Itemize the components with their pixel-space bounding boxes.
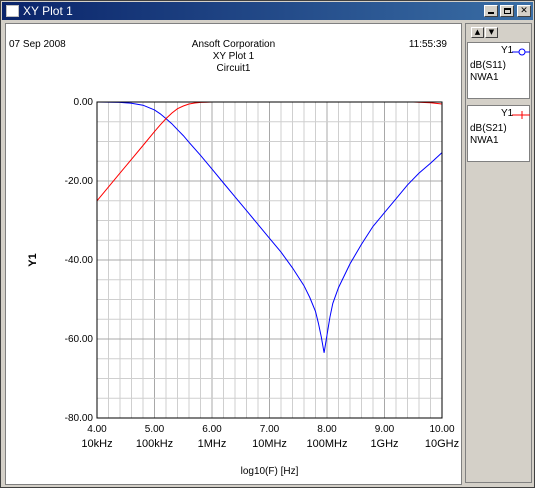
x-tick-label: 4.00 <box>87 424 107 435</box>
legend-cross-marker-icon <box>512 111 530 119</box>
xy-plot-window: XY Plot 1 ✕ 07 Sep 2008 Ansoft Corporati… <box>0 0 535 488</box>
title-bar[interactable]: XY Plot 1 ✕ <box>2 2 533 20</box>
legend-entry-s11[interactable]: Y1 dB(S11) NWA1 <box>467 42 530 99</box>
legend-setup-name: NWA1 <box>470 72 499 83</box>
x-tick-frequency-label: 10kHz <box>81 438 112 450</box>
x-tick-frequency-label: 100kHz <box>136 438 173 450</box>
legend-scroll-down-button[interactable]: ▼ <box>485 27 498 38</box>
close-icon: ✕ <box>520 5 528 16</box>
legend-entry-s21[interactable]: Y1 dB(S21) NWA1 <box>467 105 530 162</box>
legend-panel: ▲ ▼ Y1 dB(S11) NWA1 Y1 dB(S21) NWA1 <box>465 23 532 483</box>
legend-trace-name: dB(S21) <box>470 123 507 134</box>
x-tick-label: 9.00 <box>375 424 395 435</box>
maximize-button[interactable] <box>500 5 514 17</box>
x-tick-frequency-label: 10MHz <box>252 438 287 450</box>
close-button[interactable]: ✕ <box>517 5 531 17</box>
y-tick-label: 0.00 <box>74 97 94 108</box>
x-tick-frequency-label: 100MHz <box>307 438 348 450</box>
x-tick-label: 10.00 <box>429 424 454 435</box>
x-axis-label: log10(F) [Hz] <box>241 466 299 477</box>
x-tick-frequency-label: 1GHz <box>370 438 398 450</box>
minimize-icon <box>488 12 494 14</box>
x-tick-label: 6.00 <box>202 424 222 435</box>
window-title: XY Plot 1 <box>23 4 73 18</box>
y-tick-label: -20.00 <box>65 176 94 187</box>
grid <box>97 102 442 418</box>
x-tick-label: 5.00 <box>145 424 165 435</box>
axis-ticks: 4.00 10kHz 5.00 100kHz 6.00 1MHz 7.00 10MHz 8.00… <box>65 97 459 450</box>
legend-trace-name: dB(S11) <box>470 60 506 71</box>
plot-area[interactable]: 07 Sep 2008 Ansoft Corporation XY Plot 1… <box>5 23 462 485</box>
y-tick-label: -80.00 <box>65 413 94 424</box>
x-tick-frequency-label: 1MHz <box>198 438 227 450</box>
minimize-button[interactable] <box>484 5 498 17</box>
y-axis-label: Y1 <box>27 253 39 266</box>
x-tick-label: 8.00 <box>317 424 337 435</box>
y-tick-label: -40.00 <box>65 255 94 266</box>
xy-plot-chart: 4.00 10kHz 5.00 100kHz 6.00 1MHz 7.00 10MHz 8.00… <box>27 97 459 477</box>
legend-circle-marker-icon <box>512 48 530 56</box>
x-tick-label: 7.00 <box>260 424 280 435</box>
y-tick-label: -60.00 <box>65 334 94 345</box>
maximize-icon <box>503 8 511 14</box>
x-tick-frequency-label: 10GHz <box>425 438 459 450</box>
legend-scroll-up-button[interactable]: ▲ <box>471 27 484 38</box>
window-icon[interactable] <box>6 5 19 17</box>
legend-setup-name: NWA1 <box>470 135 499 146</box>
